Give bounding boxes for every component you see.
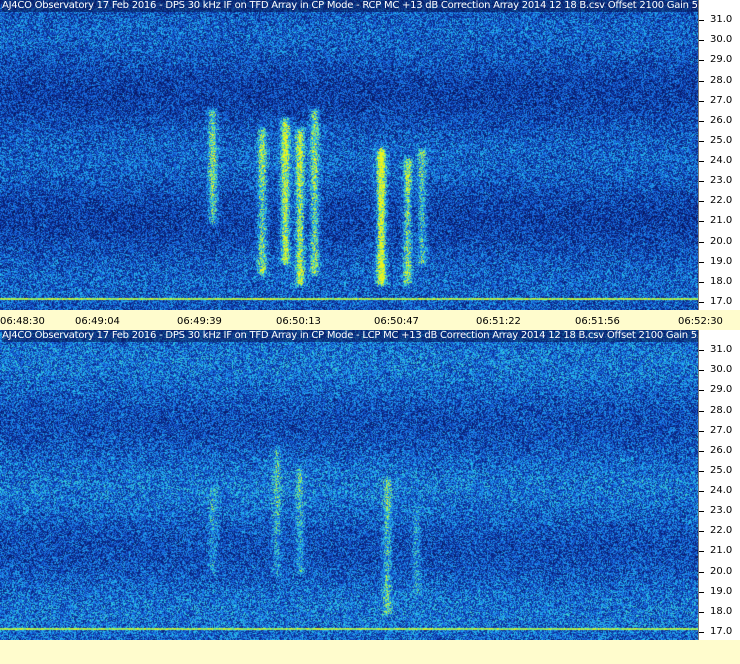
rcp-chart-title: AJ4CO Observatory 17 Feb 2016 - DPS 30 k… — [2, 0, 709, 12]
y-tick-label: 26.0 — [710, 115, 733, 126]
y-tick — [699, 491, 704, 492]
y-tick — [699, 471, 704, 472]
x-tick-label: 06:52:30 — [678, 316, 723, 327]
x-tick-label: 06:49:04 — [75, 316, 120, 327]
y-tick-label: 21.0 — [710, 545, 733, 556]
y-tick — [699, 60, 704, 61]
y-tick-label: 28.0 — [710, 75, 733, 86]
rcp-panel: AJ4CO Observatory 17 Feb 2016 - DPS 30 k… — [0, 0, 740, 310]
status-strip — [0, 640, 740, 664]
y-tick-label: 22.0 — [710, 525, 733, 536]
x-tick-label: 06:51:56 — [575, 316, 620, 327]
y-tick-label: 25.0 — [710, 465, 733, 476]
y-tick — [699, 40, 704, 41]
y-tick-label: 21.0 — [710, 215, 733, 226]
y-tick — [699, 101, 704, 102]
y-tick-label: 25.0 — [710, 135, 733, 146]
time-axis: 06:48:30 06:49:04 06:49:39 06:50:13 06:50:47… — [0, 310, 740, 330]
y-tick-label: 18.0 — [710, 276, 733, 287]
y-tick — [699, 551, 704, 552]
y-tick-label: 20.0 — [710, 566, 733, 577]
y-tick — [699, 531, 704, 532]
y-tick-label: 19.0 — [710, 586, 733, 597]
y-tick-label: 30.0 — [710, 34, 733, 45]
y-tick-label: 29.0 — [710, 54, 733, 65]
y-tick-label: 23.0 — [710, 505, 733, 516]
y-tick — [699, 141, 704, 142]
y-tick-label: 22.0 — [710, 195, 733, 206]
y-tick-label: 31.0 — [710, 344, 733, 355]
y-tick — [699, 242, 704, 243]
y-tick — [699, 390, 704, 391]
lcp-spectrogram — [0, 330, 698, 640]
x-tick-label: 06:49:39 — [177, 316, 222, 327]
y-tick — [699, 370, 704, 371]
y-tick-label: 19.0 — [710, 256, 733, 267]
y-tick-label: 26.0 — [710, 445, 733, 456]
y-tick — [699, 612, 704, 613]
y-tick — [699, 81, 704, 82]
y-tick — [699, 282, 704, 283]
lcp-panel: AJ4CO Observatory 17 Feb 2016 - DPS 30 k… — [0, 330, 740, 640]
y-tick — [699, 632, 704, 633]
y-tick-label: 18.0 — [710, 606, 733, 617]
y-tick — [699, 451, 704, 452]
y-tick — [699, 161, 704, 162]
y-tick — [699, 20, 704, 21]
y-tick-label: 31.0 — [710, 14, 733, 25]
y-tick — [699, 431, 704, 432]
y-tick-label: 29.0 — [710, 384, 733, 395]
lcp-chart-title: AJ4CO Observatory 17 Feb 2016 - DPS 30 k… — [2, 330, 708, 342]
x-tick-label: 06:51:22 — [476, 316, 521, 327]
y-tick — [699, 201, 704, 202]
y-tick-label: 17.0 — [710, 626, 733, 637]
y-tick-label: 24.0 — [710, 485, 733, 496]
y-tick-label: 23.0 — [710, 175, 733, 186]
x-tick-label: 06:48:30 — [0, 316, 45, 327]
y-tick-label: 27.0 — [710, 95, 733, 106]
rcp-frequency-axis: 31.0 30.0 29.0 28.0 27.0 26.0 25.0 24.0 23.0 22.0… — [698, 0, 740, 310]
y-tick — [699, 221, 704, 222]
y-tick — [699, 262, 704, 263]
y-tick-label: 27.0 — [710, 425, 733, 436]
rcp-spectrogram — [0, 0, 698, 310]
y-tick-label: 17.0 — [710, 296, 733, 307]
y-tick — [699, 572, 704, 573]
y-tick — [699, 511, 704, 512]
y-tick — [699, 121, 704, 122]
y-tick — [699, 302, 704, 303]
lcp-frequency-axis: 31.0 30.0 29.0 28.0 27.0 26.0 25.0 24.0 23.0 22.0… — [698, 330, 740, 640]
y-tick-label: 30.0 — [710, 364, 733, 375]
y-tick-label: 28.0 — [710, 405, 733, 416]
x-tick-label: 06:50:47 — [374, 316, 419, 327]
y-tick — [699, 411, 704, 412]
y-tick — [699, 592, 704, 593]
y-tick — [699, 181, 704, 182]
y-tick-label: 20.0 — [710, 236, 733, 247]
x-tick-label: 06:50:13 — [276, 316, 321, 327]
y-tick-label: 24.0 — [710, 155, 733, 166]
y-tick — [699, 350, 704, 351]
